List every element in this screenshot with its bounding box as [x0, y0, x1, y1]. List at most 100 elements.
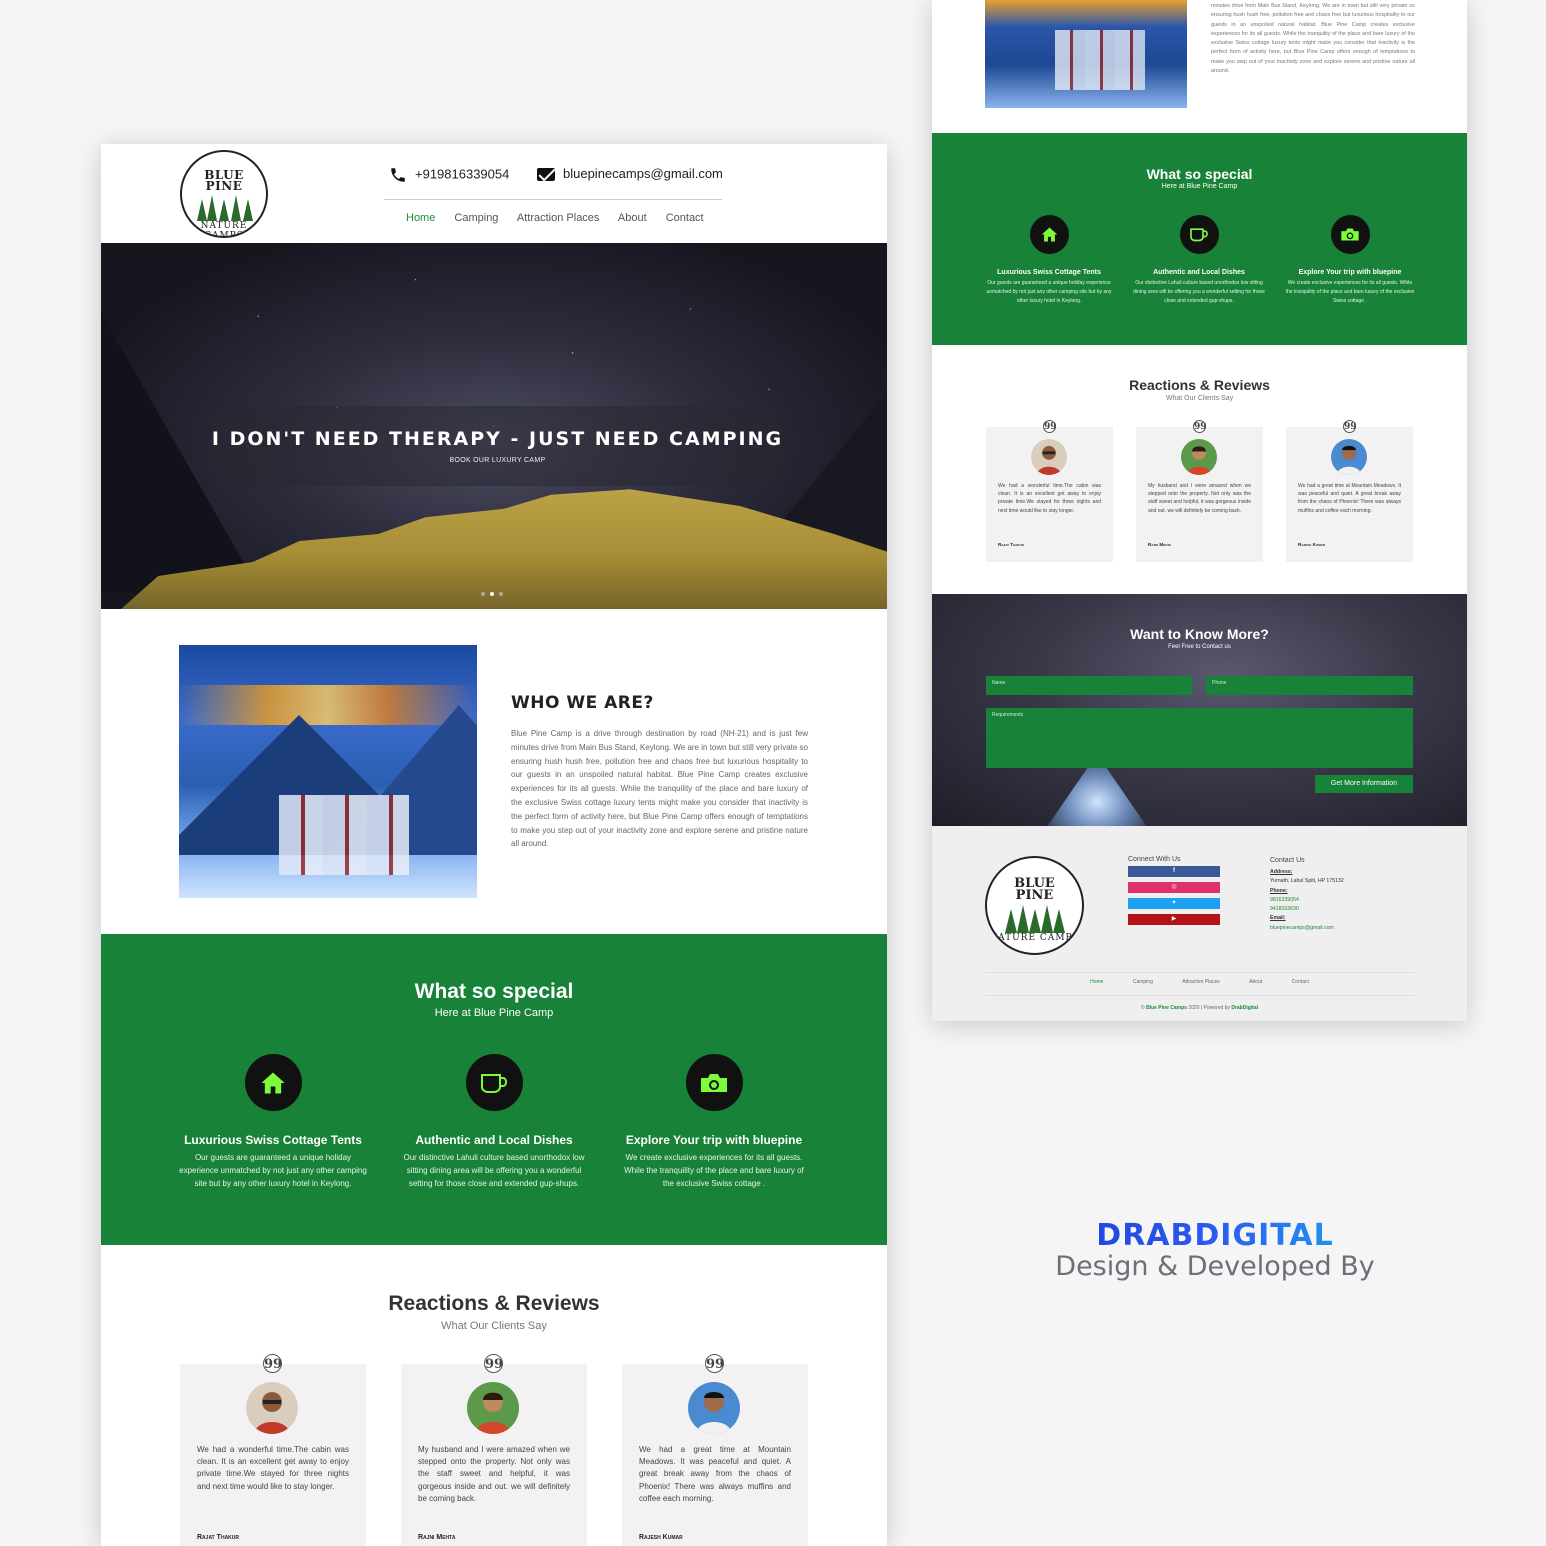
cup-icon: [1179, 215, 1219, 254]
camera-icon: [1330, 215, 1370, 254]
special-section: What so special Here at Blue Pine Camp L…: [101, 934, 887, 1245]
who-title: WHO WE ARE?: [511, 693, 654, 713]
feature-title: Authentic and Local Dishes: [1153, 269, 1245, 276]
avatar: [467, 1382, 519, 1434]
avatar: [1031, 439, 1067, 475]
feature-text: Our distinctive Lahuli culture based uno…: [1133, 280, 1265, 304]
nav-camping[interactable]: Camping: [454, 212, 498, 224]
special-title: What so special: [414, 980, 574, 1003]
quote-icon: 99: [1043, 420, 1057, 433]
home-icon: [244, 1054, 302, 1111]
who-body-partial: minutes drive from Main Bus Stand, Keylo…: [1211, 3, 1415, 75]
email-address: bluepinecamps@gmail.com: [563, 166, 723, 181]
address-value: Yurnath, Lahul Spiti, HP 175132: [1270, 878, 1344, 885]
footer-nav-about[interactable]: About: [1249, 979, 1262, 985]
copyright-mid: 2020 | Powered by: [1186, 1005, 1232, 1011]
contact-form-section: Want to Know More? Feel Free to Contact …: [932, 594, 1467, 826]
powered-by-link[interactable]: DrabDigital: [1231, 1005, 1258, 1011]
slider-dot-active[interactable]: [490, 592, 494, 596]
cup-icon: [465, 1054, 523, 1111]
footer-nav-attraction-places[interactable]: Attraction Places: [1182, 979, 1220, 985]
review-text: We had a great time at Mountain Meadows.…: [1298, 483, 1401, 514]
feature-title: Luxurious Swiss Cottage Tents: [184, 1133, 362, 1147]
phone-link-2[interactable]: 9418163630: [1270, 905, 1430, 914]
desktop-mockup-continued: minutes drive from Main Bus Stand, Keylo…: [932, 0, 1467, 1021]
site-logo[interactable]: BLUE PINE NATURE CAMPS: [180, 150, 268, 238]
special-subtitle: Here at Blue Pine Camp: [1161, 183, 1238, 190]
who-we-are-section: WHO WE ARE? Blue Pine Camp is a drive th…: [101, 609, 887, 934]
site-header: BLUE PINE NATURE CAMPS +919816339054 blu…: [101, 144, 887, 243]
feature-text: Our distinctive Lahuli culture based uno…: [403, 1153, 585, 1188]
feature-text: We create exclusive experiences for its …: [1285, 280, 1415, 304]
contact-subtitle: Feel Free to Contact us: [1168, 644, 1231, 650]
nav-contact[interactable]: Contact: [666, 212, 704, 224]
feature-dishes: Authentic and Local Dishes Our distincti…: [1133, 215, 1265, 306]
design-developed-by: Design & Developed By: [1055, 1251, 1375, 1282]
who-we-are-text: WHO WE ARE? Blue Pine Camp is a drive th…: [511, 693, 808, 851]
slider-dot[interactable]: [481, 592, 485, 596]
reviewer-name: Rajat Thakur: [998, 542, 1024, 547]
get-more-info-button[interactable]: Get More Information: [1315, 775, 1413, 793]
slider-dots: [481, 583, 508, 601]
keylong-photo-small: [985, 0, 1187, 108]
feature-title: Authentic and Local Dishes: [415, 1133, 573, 1147]
desktop-mockup-main: BLUE PINE NATURE CAMPS +919816339054 blu…: [101, 144, 887, 1546]
quote-icon: 99: [1193, 420, 1207, 433]
connect-title: Connect With Us: [1128, 856, 1181, 863]
review-card: 99 We had a wonderful time.The cabin was…: [986, 420, 1113, 562]
footer-logo[interactable]: BLUE PINE NATURE CAMPS: [985, 856, 1084, 955]
email-link[interactable]: bluepinecamps@gmail.com: [1270, 924, 1430, 933]
mail-icon: [537, 168, 555, 182]
feature-tents: Luxurious Swiss Cottage Tents Our guests…: [178, 1054, 368, 1190]
review-text: We had a great time at Mountain Meadows.…: [639, 1445, 791, 1503]
review-text: We had a wonderful time.The cabin was cl…: [197, 1445, 349, 1491]
footer-nav-camping[interactable]: Camping: [1133, 979, 1153, 985]
contact-title: Want to Know More?: [1130, 626, 1269, 642]
logo-text-pine: PINE: [1015, 888, 1054, 903]
twitter-icon[interactable]: ✦: [1128, 898, 1220, 909]
main-nav: Home Camping Attraction Places About Con…: [406, 212, 720, 224]
logo-text-pine: PINE: [205, 179, 243, 193]
phone-field[interactable]: Phone: [1206, 676, 1413, 695]
nav-home[interactable]: Home: [406, 212, 435, 224]
hero-slider: I DON'T NEED THERAPY - JUST NEED CAMPING…: [101, 243, 887, 609]
nav-about[interactable]: About: [618, 212, 647, 224]
requirements-field[interactable]: Requirements: [986, 708, 1413, 768]
avatar: [246, 1382, 298, 1434]
footer-nav-contact[interactable]: Contact: [1292, 979, 1309, 985]
feature-tents: Luxurious Swiss Cottage Tents Our guests…: [983, 215, 1115, 306]
copyright-brand[interactable]: Blue Pine Camps: [1146, 1005, 1187, 1011]
instagram-icon[interactable]: ◎: [1128, 882, 1220, 893]
footer-nav-home[interactable]: Home: [1090, 979, 1103, 985]
footer-contact-info: Contact Us Address: Yurnath, Lahul Spiti…: [1270, 856, 1430, 933]
youtube-icon[interactable]: ▶: [1128, 914, 1220, 925]
special-title: What so special: [1146, 166, 1253, 182]
header-divider: [384, 199, 722, 200]
reviewer-name: Rajni Mehta: [1148, 542, 1172, 547]
phone-link-1[interactable]: 9816339054: [1270, 896, 1430, 905]
reviewer-name: Rajesh Kumar: [639, 1534, 683, 1541]
header-phone[interactable]: +919816339054: [389, 166, 509, 184]
email-label: Email:: [1270, 915, 1286, 922]
header-email[interactable]: bluepinecamps@gmail.com: [537, 166, 723, 182]
facebook-icon[interactable]: f: [1128, 866, 1220, 877]
pine-trees-icon: [193, 195, 255, 221]
review-text: My husband and I were amazed when we ste…: [1148, 483, 1251, 514]
name-field[interactable]: Name: [986, 676, 1192, 695]
copyright: © Blue Pine Camps 2020 | Powered by Drab…: [932, 1005, 1467, 1011]
feature-explore: Explore Your trip with bluepine We creat…: [1284, 215, 1416, 306]
feature-title: Luxurious Swiss Cottage Tents: [997, 269, 1101, 276]
home-icon: [1029, 215, 1069, 254]
footer-divider: [985, 995, 1415, 996]
feature-text: Our guests are guaranteed a unique holid…: [986, 280, 1112, 304]
camera-icon: [685, 1054, 743, 1111]
agency-branding: DRABDIGITAL Design & Developed By: [1040, 1218, 1390, 1282]
site-footer: BLUE PINE NATURE CAMPS Connect With Us f…: [932, 826, 1467, 1021]
address-label: Address:: [1270, 869, 1293, 875]
slider-dot[interactable]: [499, 592, 503, 596]
review-card: 99 We had a great time at Mountain Meado…: [1286, 420, 1413, 562]
feature-text: We create exclusive experiences for its …: [624, 1153, 804, 1188]
header-contact: +919816339054 bluepinecamps@gmail.com: [389, 166, 729, 190]
hero-cta[interactable]: BOOK OUR LUXURY CAMP: [211, 457, 784, 464]
nav-attraction-places[interactable]: Attraction Places: [517, 212, 600, 224]
